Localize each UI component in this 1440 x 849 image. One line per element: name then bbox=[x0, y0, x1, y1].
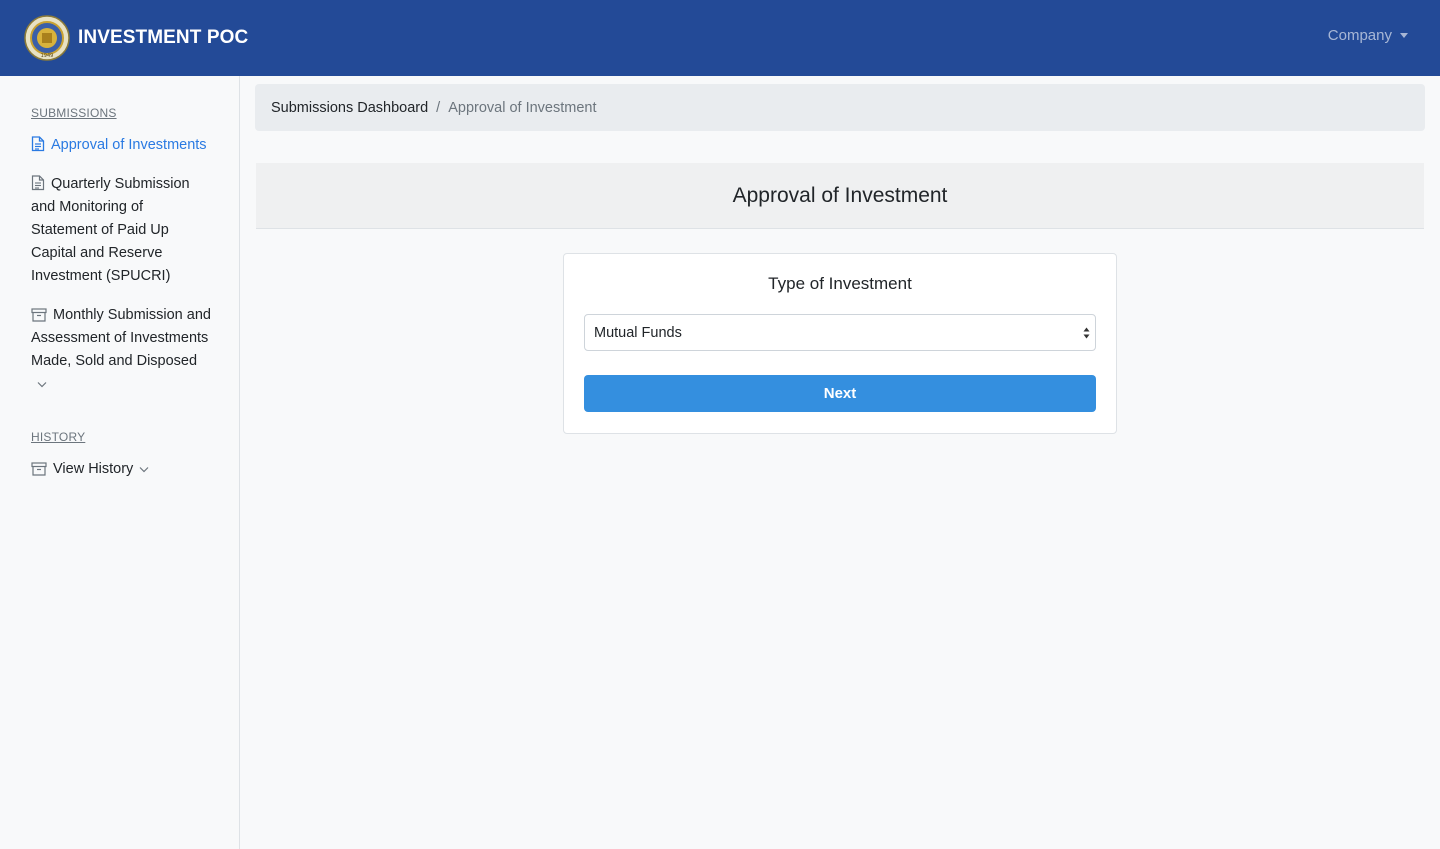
sidebar-item-label: Monthly Submission and Assessment of Inv… bbox=[31, 307, 211, 369]
sidebar-item-spucri[interactable]: Quarterly Submission and Monitoring of S… bbox=[31, 173, 211, 288]
page-header: Approval of Investment bbox=[256, 163, 1424, 229]
submissions-heading: SUBMISSIONS bbox=[31, 106, 117, 120]
chevron-down-icon bbox=[37, 382, 47, 388]
investment-type-select[interactable]: Mutual Funds bbox=[584, 314, 1096, 351]
next-button[interactable]: Next bbox=[584, 375, 1096, 412]
company-dropdown[interactable]: Company bbox=[1328, 27, 1408, 44]
select-arrows-icon bbox=[1083, 327, 1090, 339]
investment-type-label: Type of Investment bbox=[768, 274, 912, 293]
archive-box-icon bbox=[31, 308, 47, 322]
caret-down-icon bbox=[1400, 33, 1408, 38]
sidebar-item-approval-of-investments[interactable]: Approval of Investments bbox=[31, 134, 211, 157]
document-icon bbox=[31, 136, 45, 152]
page-title: Approval of Investment bbox=[732, 183, 948, 207]
brand-title: INVESTMENT POC bbox=[78, 27, 249, 48]
main-content: Submissions Dashboard / Approval of Inve… bbox=[240, 76, 1440, 849]
svg-text:1949: 1949 bbox=[41, 53, 54, 59]
history-heading: HISTORY bbox=[31, 430, 86, 444]
company-dropdown-label: Company bbox=[1327, 27, 1392, 44]
breadcrumb-current: Approval of Investment bbox=[448, 99, 597, 116]
investment-type-card: Type of Investment Mutual Funds Next bbox=[563, 253, 1117, 434]
sidebar: SUBMISSIONS Approval of Investments Quar… bbox=[0, 76, 240, 849]
archive-box-icon bbox=[31, 462, 47, 476]
investment-type-selected-value: Mutual Funds bbox=[594, 324, 682, 341]
breadcrumb-home-link[interactable]: Submissions Dashboard bbox=[271, 100, 428, 116]
brand-link[interactable]: 1949 INVESTMENT POC bbox=[24, 15, 248, 61]
document-icon bbox=[31, 175, 45, 191]
sidebar-item-label: Approval of Investments bbox=[51, 137, 207, 153]
commission-seal-icon: 1949 bbox=[24, 15, 70, 61]
breadcrumb-separator: / bbox=[436, 99, 441, 116]
sidebar-item-view-history[interactable]: View History bbox=[31, 458, 211, 481]
top-navbar: 1949 INVESTMENT POC Company bbox=[0, 0, 1440, 76]
breadcrumb: Submissions Dashboard / Approval of Inve… bbox=[255, 84, 1425, 131]
chevron-down-icon bbox=[139, 467, 149, 473]
sidebar-item-label: View History bbox=[53, 461, 134, 477]
sidebar-item-label: Quarterly Submission and Monitoring of S… bbox=[31, 176, 190, 284]
sidebar-item-monthly-submission[interactable]: Monthly Submission and Assessment of Inv… bbox=[31, 304, 211, 396]
